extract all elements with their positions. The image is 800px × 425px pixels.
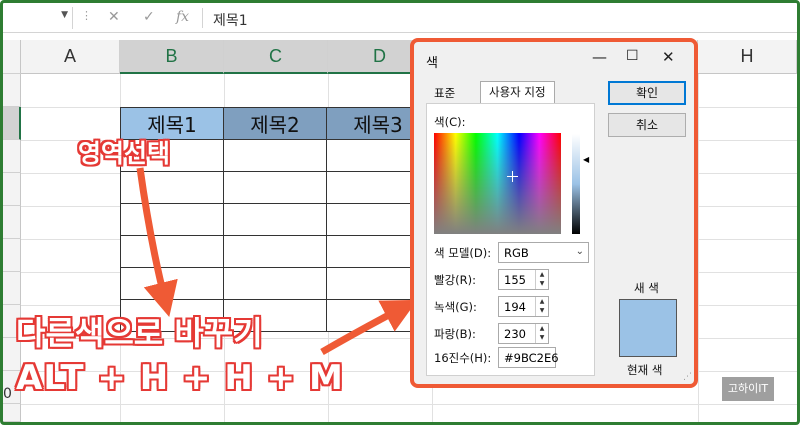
green-input[interactable]: 194 ▲ ▼ — [498, 296, 549, 317]
color-model-label: 색 모델(D): — [434, 246, 492, 260]
annotation-select-range: 영역선택 — [78, 139, 171, 168]
green-label: 녹색(G): — [434, 300, 477, 314]
spinner-icon[interactable]: ▲ ▼ — [535, 270, 548, 289]
hex-input[interactable]: #9BC2E6 — [498, 347, 559, 368]
ok-button[interactable]: 확인 — [608, 81, 686, 105]
new-color-label: 새 색 — [634, 281, 659, 295]
color-model-value: RGB — [504, 246, 529, 260]
green-value: 194 — [504, 300, 526, 314]
crosshair-icon[interactable] — [507, 171, 518, 182]
blue-label: 파랑(B): — [434, 327, 476, 341]
color-dialog: 색 — ☐ ✕ 표준 사용자 지정 색(C): ◀ 색 모델(D): RGB ⌄… — [410, 38, 698, 388]
watermark: 고하이IT — [722, 377, 774, 401]
slider-arrow-icon[interactable]: ◀ — [583, 155, 589, 164]
blue-input[interactable]: 230 ▲ ▼ — [498, 323, 549, 344]
red-label: 빨강(R): — [434, 273, 476, 287]
hex-label: 16진수(H): — [434, 351, 492, 365]
hex-value: #9BC2E6 — [504, 351, 559, 365]
tab-standard[interactable]: 표준 — [426, 83, 463, 103]
color-label: 색(C): — [434, 115, 466, 129]
annotation-change-color: 다른색으로 바꾸기 — [16, 314, 263, 352]
red-value: 155 — [504, 273, 526, 287]
annotation-shortcut: ALT + H + H + M — [16, 358, 344, 398]
arrow-down — [136, 167, 178, 317]
cancel-button[interactable]: 취소 — [608, 113, 686, 137]
dialog-title: 색 — [426, 56, 438, 71]
tab-custom[interactable]: 사용자 지정 — [480, 81, 555, 103]
chevron-down-icon[interactable]: ⌄ — [576, 246, 584, 257]
maximize-icon[interactable]: ☐ — [626, 48, 639, 64]
blue-value: 230 — [504, 327, 526, 341]
spinner-icon[interactable]: ▲ ▼ — [535, 297, 548, 316]
custom-panel: 색(C): ◀ 색 모델(D): RGB ⌄ 빨강(R): 155 ▲ ▼ 녹색(… — [426, 103, 595, 376]
resize-grip-icon[interactable]: ⋰ — [683, 372, 692, 382]
color-spectrum[interactable] — [434, 133, 561, 234]
red-input[interactable]: 155 ▲ ▼ — [498, 269, 549, 290]
current-color-label: 현재 색 — [627, 363, 663, 377]
minimize-icon[interactable]: — — [592, 48, 607, 66]
close-icon[interactable]: ✕ — [662, 48, 675, 66]
luminance-slider[interactable] — [572, 134, 580, 234]
color-swatch — [619, 299, 677, 357]
color-model-select[interactable]: RGB ⌄ — [498, 242, 589, 263]
arrow-right — [320, 299, 418, 356]
spinner-icon[interactable]: ▲ ▼ — [535, 324, 548, 343]
